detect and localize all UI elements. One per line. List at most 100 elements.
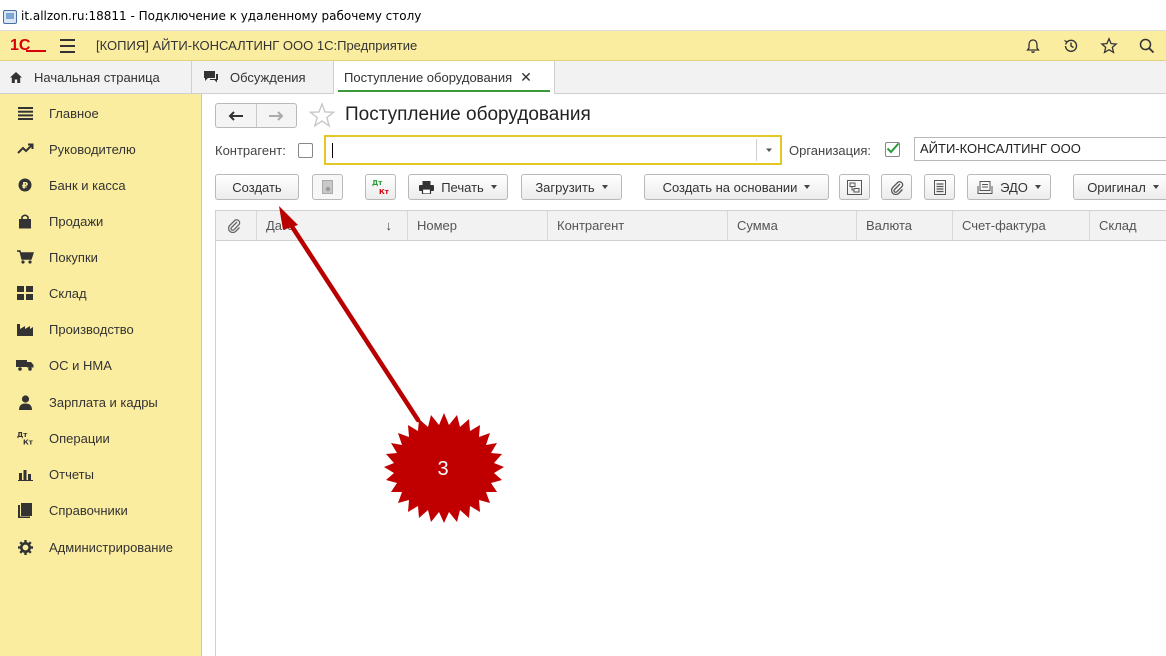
history-icon[interactable] — [1052, 31, 1090, 61]
sidebar-item-production[interactable]: Производство — [0, 311, 202, 347]
column-currency[interactable]: Валюта — [857, 211, 953, 240]
column-sum[interactable]: Сумма — [728, 211, 857, 240]
tab-discussions-label: Обсуждения — [230, 69, 306, 85]
sidebar-item-label: Склад — [49, 285, 87, 301]
kontragent-checkbox[interactable] — [298, 143, 313, 158]
coin-icon: ₽ — [16, 177, 34, 193]
sidebar-item-salary[interactable]: Зарплата и кадры — [0, 384, 202, 420]
column-header-label: Счет-фактура — [962, 218, 1046, 233]
sidebar-item-main[interactable]: Главное — [0, 95, 202, 131]
chevron-down-icon — [1152, 185, 1159, 189]
tab-discussions[interactable]: Обсуждения — [192, 61, 334, 93]
book-icon — [16, 502, 34, 518]
tab-equipment-receipt[interactable]: Поступление оборудования ✕ — [334, 61, 555, 94]
sidebar: Главное Руководителю ₽ Банк и касса Прод… — [0, 94, 202, 656]
sidebar-item-manager[interactable]: Руководителю — [0, 131, 202, 167]
grid-header: Дата ↓ Номер Контрагент Сумма Валюта Сче… — [215, 210, 1166, 241]
bell-icon[interactable] — [1014, 31, 1052, 61]
edo-label: ЭДО — [1000, 179, 1028, 195]
create-based-on-button[interactable]: Создать на основании — [644, 174, 829, 200]
column-kontragent[interactable]: Контрагент — [548, 211, 728, 240]
report-button[interactable] — [924, 174, 955, 200]
back-button[interactable] — [216, 104, 256, 127]
arrow-left-icon — [228, 110, 243, 121]
sidebar-item-reports[interactable]: Отчеты — [0, 456, 202, 492]
load-button[interactable]: Загрузить — [521, 174, 622, 200]
sidebar-item-operations[interactable]: Дт Кт Операции — [0, 420, 202, 456]
sidebar-item-warehouse[interactable]: Склад — [0, 275, 202, 311]
column-invoice[interactable]: Счет-фактура — [953, 211, 1090, 240]
kontragent-input[interactable] — [324, 135, 782, 165]
edo-button[interactable]: ЭДО — [967, 174, 1051, 200]
column-header-label: Склад — [1099, 218, 1137, 233]
dt-kt-bottom: Кт — [379, 188, 390, 196]
create-button[interactable]: Создать — [215, 174, 299, 200]
filter-row: Контрагент: Организация: АЙТИ-КОНСАЛТИНГ… — [215, 134, 1166, 166]
menu-line — [60, 39, 75, 41]
dt-kt-button[interactable]: Дт Кт — [365, 174, 396, 200]
favorite-star-icon[interactable] — [308, 102, 336, 131]
gear-icon — [16, 539, 34, 555]
attach-button[interactable] — [881, 174, 912, 200]
sidebar-item-label: Зарплата и кадры — [49, 394, 158, 410]
remote-desktop-icon — [3, 10, 17, 24]
organization-checkbox[interactable] — [885, 142, 900, 157]
forward-button[interactable] — [255, 104, 296, 127]
sidebar-item-sales[interactable]: Продажи — [0, 203, 202, 239]
text-cursor — [332, 143, 333, 158]
person-icon — [16, 394, 34, 410]
search-icon[interactable] — [1128, 31, 1166, 61]
report-icon — [933, 179, 946, 195]
print-button[interactable]: Печать — [408, 174, 508, 200]
sidebar-item-label: Покупки — [49, 249, 98, 265]
column-header-label: Дата — [266, 218, 295, 233]
organization-label: Организация: — [789, 143, 872, 158]
column-header-label: Валюта — [866, 218, 912, 233]
hierarchy-icon — [847, 179, 862, 195]
column-warehouse[interactable]: Склад — [1090, 211, 1166, 240]
warehouse-icon — [16, 285, 34, 301]
sidebar-item-admin[interactable]: Администрирование — [0, 529, 202, 565]
sidebar-item-label: Банк и касса — [49, 177, 126, 193]
structure-button[interactable] — [839, 174, 870, 200]
arrow-right-icon — [269, 110, 284, 121]
cart-icon — [16, 249, 34, 265]
sidebar-item-label: Главное — [49, 105, 99, 121]
toolbar: Создать Дт Кт Печать Загрузить Создать на… — [215, 174, 1166, 201]
original-button[interactable]: Оригинал — [1073, 174, 1166, 200]
kontragent-dropdown-button[interactable] — [756, 139, 780, 161]
star-icon[interactable] — [1090, 31, 1128, 61]
trend-icon — [16, 141, 34, 157]
main-menu-button[interactable] — [60, 39, 76, 53]
column-date[interactable]: Дата ↓ — [257, 211, 408, 240]
sidebar-item-label: Справочники — [49, 502, 128, 518]
page-title: Поступление оборудования — [345, 104, 591, 125]
sidebar-item-label: Производство — [49, 321, 134, 337]
truck-icon — [16, 357, 34, 373]
chevron-down-icon — [1034, 185, 1041, 189]
chat-icon — [203, 70, 219, 84]
sidebar-item-catalogs[interactable]: Справочники — [0, 492, 202, 528]
svg-text:₽: ₽ — [22, 182, 28, 192]
header-icons — [1014, 31, 1166, 61]
close-icon[interactable]: ✕ — [520, 69, 532, 86]
tab-home[interactable]: Начальная страница — [0, 61, 192, 93]
sidebar-item-bank[interactable]: ₽ Банк и касса — [0, 167, 202, 203]
bag-icon — [16, 213, 34, 229]
sidebar-item-label: Операции — [49, 430, 110, 446]
sidebar-item-purchases[interactable]: Покупки — [0, 239, 202, 275]
home-icon — [9, 71, 23, 84]
dt-kt-top: Дт — [372, 179, 383, 187]
paperclip-icon — [890, 180, 903, 195]
svg-text:Кт: Кт — [23, 439, 33, 446]
grid-body[interactable] — [215, 241, 1166, 656]
tab-home-label: Начальная страница — [34, 69, 160, 85]
column-number[interactable]: Номер — [408, 211, 548, 240]
document-icon — [321, 180, 333, 194]
rdp-title-bar: it.allzon.ru:18811 - Подключение к удале… — [0, 0, 1166, 31]
app-header: 1С [КОПИЯ] АЙТИ-КОНСАЛТИНГ ООО 1С:Предпр… — [0, 31, 1166, 61]
copy-button[interactable] — [312, 174, 343, 200]
attachment-column[interactable] — [216, 211, 257, 240]
sidebar-item-assets[interactable]: ОС и НМА — [0, 347, 202, 383]
organization-field[interactable]: АЙТИ-КОНСАЛТИНГ ООО — [914, 137, 1166, 161]
